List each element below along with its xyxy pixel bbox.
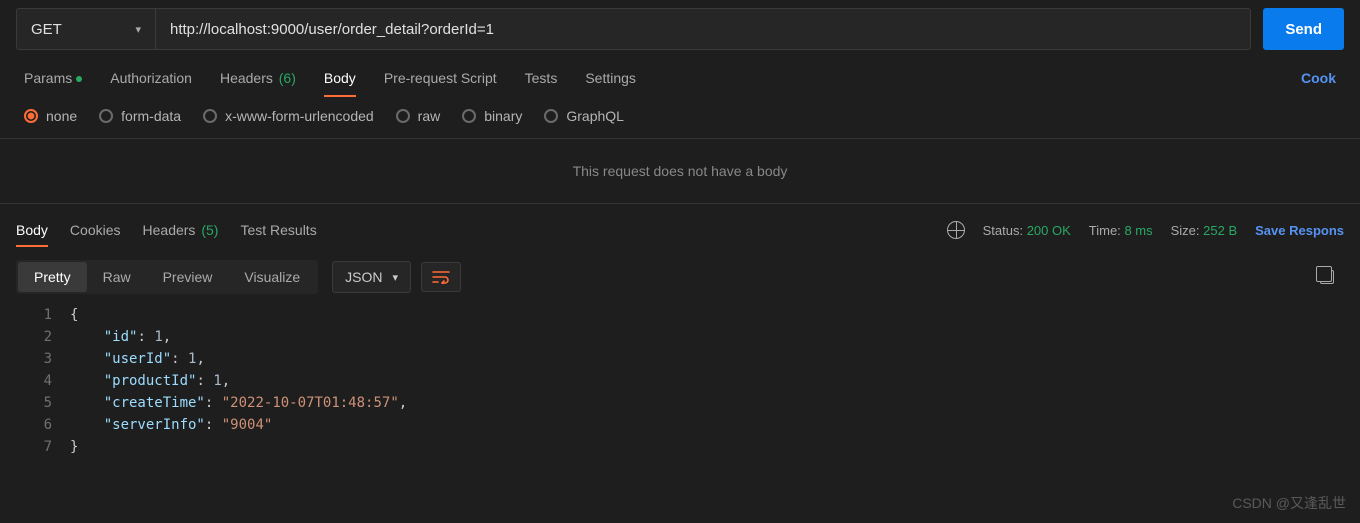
- tab-params[interactable]: Params: [24, 60, 82, 96]
- http-method-value: GET: [31, 21, 62, 38]
- body-type-raw[interactable]: raw: [396, 108, 441, 124]
- chevron-down-icon: ▾: [135, 23, 141, 36]
- wrap-icon: [432, 270, 450, 284]
- resp-tab-body[interactable]: Body: [16, 216, 48, 244]
- size-label: Size: 252 B: [1171, 223, 1238, 238]
- chevron-down-icon: ▾: [393, 271, 399, 284]
- tab-body[interactable]: Body: [324, 60, 356, 96]
- body-type-graphql[interactable]: GraphQL: [544, 108, 624, 124]
- save-response-link[interactable]: Save Respons: [1255, 223, 1344, 238]
- radio-icon: [462, 109, 476, 123]
- body-type-row: none form-data x-www-form-urlencoded raw…: [0, 98, 1360, 139]
- tab-tests[interactable]: Tests: [525, 60, 558, 96]
- format-select[interactable]: JSON ▾: [332, 261, 411, 293]
- url-input[interactable]: [156, 8, 1251, 50]
- json-code: { "id": 1, "userId": 1, "productId": 1, …: [70, 304, 407, 458]
- response-meta: Status: 200 OK Time: 8 ms Size: 252 B Sa…: [947, 221, 1344, 239]
- body-type-binary[interactable]: binary: [462, 108, 522, 124]
- wrap-lines-button[interactable]: [421, 262, 461, 292]
- response-tabs: Body Cookies Headers (5) Test Results St…: [0, 204, 1360, 250]
- view-preview[interactable]: Preview: [147, 262, 229, 292]
- watermark: CSDN @又逢乱世: [1232, 493, 1346, 513]
- body-type-none[interactable]: none: [24, 108, 77, 124]
- no-body-message: This request does not have a body: [0, 139, 1360, 204]
- radio-icon: [99, 109, 113, 123]
- view-controls: Pretty Raw Preview Visualize JSON ▾: [0, 250, 1360, 300]
- resp-tab-cookies[interactable]: Cookies: [70, 216, 121, 244]
- status-label: Status: 200 OK: [983, 223, 1071, 238]
- globe-icon[interactable]: [947, 221, 965, 239]
- tab-authorization[interactable]: Authorization: [110, 60, 192, 96]
- copy-response-button[interactable]: [1320, 270, 1344, 284]
- radio-icon: [544, 109, 558, 123]
- cookies-link[interactable]: Cook: [1301, 70, 1336, 86]
- params-indicator-dot: [76, 76, 82, 82]
- radio-icon: [24, 109, 38, 123]
- resp-tab-test-results[interactable]: Test Results: [240, 216, 316, 244]
- send-button[interactable]: Send: [1263, 8, 1344, 50]
- view-visualize[interactable]: Visualize: [228, 262, 316, 292]
- view-pretty[interactable]: Pretty: [18, 262, 87, 292]
- radio-icon: [203, 109, 217, 123]
- view-raw[interactable]: Raw: [87, 262, 147, 292]
- body-type-form-data[interactable]: form-data: [99, 108, 181, 124]
- radio-icon: [396, 109, 410, 123]
- response-body[interactable]: 1234567 { "id": 1, "userId": 1, "product…: [0, 300, 1360, 458]
- copy-icon: [1320, 270, 1334, 284]
- tab-settings[interactable]: Settings: [585, 60, 636, 96]
- body-type-xwww[interactable]: x-www-form-urlencoded: [203, 108, 374, 124]
- tab-headers[interactable]: Headers (6): [220, 60, 296, 96]
- time-label: Time: 8 ms: [1089, 223, 1153, 238]
- request-tabs: Params Authorization Headers (6) Body Pr…: [0, 58, 1360, 98]
- resp-tab-headers[interactable]: Headers (5): [143, 216, 219, 244]
- http-method-select[interactable]: GET ▾: [16, 8, 156, 50]
- tab-prerequest[interactable]: Pre-request Script: [384, 60, 497, 96]
- line-gutter: 1234567: [0, 304, 70, 458]
